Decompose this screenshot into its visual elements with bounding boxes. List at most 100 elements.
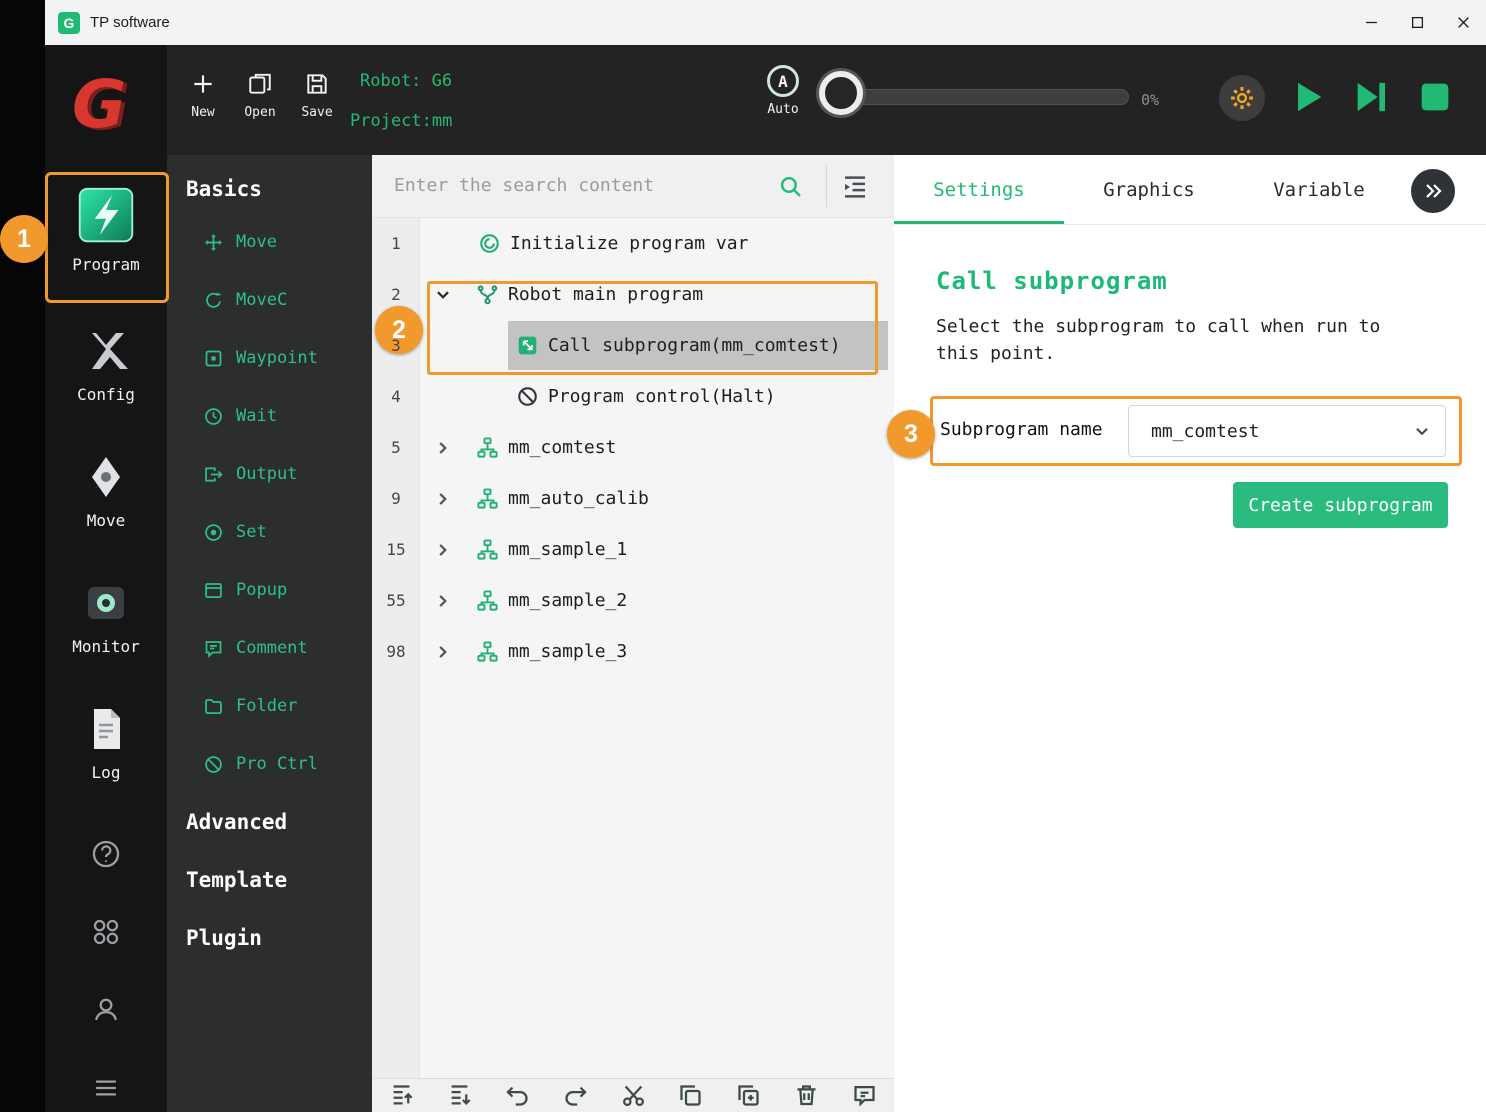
palette-item-move[interactable]: Move bbox=[167, 213, 372, 271]
new-icon bbox=[190, 71, 216, 97]
undo-button[interactable] bbox=[504, 1082, 531, 1109]
delete-button[interactable] bbox=[793, 1082, 820, 1109]
tree-row[interactable]: 55mm_sample_2 bbox=[372, 575, 894, 626]
step-button[interactable] bbox=[1351, 77, 1391, 117]
line-number: 2 bbox=[372, 269, 420, 320]
palette-item-pro-ctrl[interactable]: Pro Ctrl bbox=[167, 735, 372, 793]
palette-item-waypoint[interactable]: Waypoint bbox=[167, 329, 372, 387]
tree-row[interactable]: 4Program control(Halt) bbox=[372, 371, 894, 422]
chevron-right-icon[interactable] bbox=[434, 439, 452, 457]
create-subprogram-button[interactable]: Create subprogram bbox=[1233, 482, 1448, 528]
sidebar-item-log[interactable]: Log bbox=[45, 693, 167, 819]
insert-down-button[interactable] bbox=[446, 1082, 473, 1109]
search-icon[interactable] bbox=[778, 174, 803, 199]
open-button[interactable]: Open bbox=[232, 71, 288, 120]
close-button[interactable] bbox=[1440, 0, 1486, 45]
initialize-icon bbox=[478, 232, 501, 255]
help-icon[interactable] bbox=[89, 837, 123, 871]
palette-item-comment[interactable]: Comment bbox=[167, 619, 372, 677]
tree-row[interactable]: 2Robot main program bbox=[372, 269, 894, 320]
stop-button[interactable] bbox=[1415, 77, 1455, 117]
subprogram-icon bbox=[476, 436, 499, 459]
play-button[interactable] bbox=[1288, 77, 1328, 117]
divider bbox=[826, 165, 827, 207]
new-button[interactable]: New bbox=[175, 71, 231, 120]
copy-button[interactable] bbox=[677, 1082, 704, 1109]
project-label: Project:mm bbox=[350, 111, 452, 131]
chevron-right-icon[interactable] bbox=[434, 490, 452, 508]
save-button[interactable]: Save bbox=[289, 71, 345, 120]
redo-button[interactable] bbox=[562, 1082, 589, 1109]
sidebar-item-config[interactable]: Config bbox=[45, 315, 167, 441]
user-icon[interactable] bbox=[89, 993, 123, 1027]
tree-row[interactable]: 15mm_sample_1 bbox=[372, 524, 894, 575]
tree-row-label: Initialize program var bbox=[510, 233, 748, 254]
tree-row[interactable]: 1 Initialize program var bbox=[372, 218, 894, 269]
tree-rows: 1 Initialize program var 2Robot main progr… bbox=[372, 218, 894, 677]
cut-button[interactable] bbox=[620, 1082, 647, 1109]
palette-item-folder[interactable]: Folder bbox=[167, 677, 372, 735]
gear-button[interactable] bbox=[1219, 75, 1265, 121]
subprogram-name-select[interactable]: mm_comtest bbox=[1128, 405, 1446, 457]
slider-handle[interactable] bbox=[819, 71, 863, 115]
call-subprogram-icon bbox=[516, 334, 539, 357]
top-toolbar: NewOpenSave Robot: G6 Project:mm A Auto … bbox=[167, 45, 1486, 155]
paste-button[interactable] bbox=[735, 1082, 762, 1109]
chevron-right-icon[interactable] bbox=[434, 541, 452, 559]
chevron-right-icon[interactable] bbox=[434, 643, 452, 661]
insert-up-button[interactable] bbox=[388, 1082, 415, 1109]
expand-panel-button[interactable] bbox=[1411, 169, 1455, 213]
palette-section-template[interactable]: Template bbox=[167, 851, 372, 909]
nav-bottom-icons bbox=[45, 819, 167, 1105]
search-input[interactable] bbox=[394, 155, 764, 216]
palette-item-movec[interactable]: MoveC bbox=[167, 271, 372, 329]
chevron-right-icon[interactable] bbox=[434, 592, 452, 610]
palette-item-popup[interactable]: Popup bbox=[167, 561, 372, 619]
program-tree: 1 Initialize program var 2Robot main progr… bbox=[372, 218, 894, 1078]
app-window: G TP software GG ProgramConfigMoveMonito… bbox=[0, 0, 1486, 1112]
popup-icon bbox=[203, 580, 224, 601]
palette-item-set[interactable]: Set bbox=[167, 503, 372, 561]
auto-mode-icon: A bbox=[767, 65, 799, 97]
apps-icon[interactable] bbox=[89, 915, 123, 949]
line-number: 1 bbox=[372, 218, 420, 269]
subprogram-icon bbox=[476, 538, 499, 561]
menu-icon[interactable] bbox=[89, 1071, 123, 1105]
tree-toolbar bbox=[372, 1078, 894, 1112]
sidebar-item-monitor[interactable]: Monitor bbox=[45, 567, 167, 693]
line-number: 3 bbox=[372, 320, 420, 371]
line-number: 5 bbox=[372, 422, 420, 473]
maximize-button[interactable] bbox=[1394, 0, 1440, 45]
comment-tool-button[interactable] bbox=[851, 1082, 878, 1109]
auto-mode-button[interactable]: A Auto bbox=[753, 65, 813, 117]
tab-graphics[interactable]: Graphics bbox=[1064, 155, 1234, 224]
palette-section-plugin[interactable]: Plugin bbox=[167, 909, 372, 967]
chevron-down-icon[interactable] bbox=[434, 286, 452, 304]
sidebar-item-move[interactable]: Move bbox=[45, 441, 167, 567]
tree-row[interactable]: 3Call subprogram(mm_comtest) bbox=[372, 320, 894, 371]
tree-row[interactable]: 98mm_sample_3 bbox=[372, 626, 894, 677]
tab-settings[interactable]: Settings bbox=[894, 155, 1064, 224]
palette-item-label: Comment bbox=[236, 638, 308, 658]
waypoint-icon bbox=[203, 348, 224, 369]
tab-variable[interactable]: Variable bbox=[1234, 155, 1404, 224]
palette-section-basics[interactable]: Basics bbox=[167, 165, 372, 213]
speed-slider[interactable] bbox=[817, 89, 1129, 105]
button-label: Save bbox=[301, 105, 332, 120]
tree-row[interactable]: 5mm_comtest bbox=[372, 422, 894, 473]
sidebar-item-program[interactable]: Program bbox=[45, 165, 167, 315]
palette-section-advanced[interactable]: Advanced bbox=[167, 793, 372, 851]
palette-item-label: Output bbox=[236, 464, 297, 484]
palette-item-output[interactable]: Output bbox=[167, 445, 372, 503]
tree-row[interactable]: 9mm_auto_calib bbox=[372, 473, 894, 524]
line-number: 15 bbox=[372, 524, 420, 575]
move-icon bbox=[203, 232, 224, 253]
minimize-button[interactable] bbox=[1348, 0, 1394, 45]
outdent-icon[interactable] bbox=[840, 172, 870, 202]
palette-item-wait[interactable]: Wait bbox=[167, 387, 372, 445]
selected-subprogram: mm_comtest bbox=[1151, 421, 1259, 442]
subprogram-icon bbox=[476, 640, 499, 663]
palette-item-label: Move bbox=[236, 232, 277, 252]
minimize-icon bbox=[1365, 16, 1378, 29]
left-nav: GG ProgramConfigMoveMonitorLog bbox=[45, 45, 167, 1112]
